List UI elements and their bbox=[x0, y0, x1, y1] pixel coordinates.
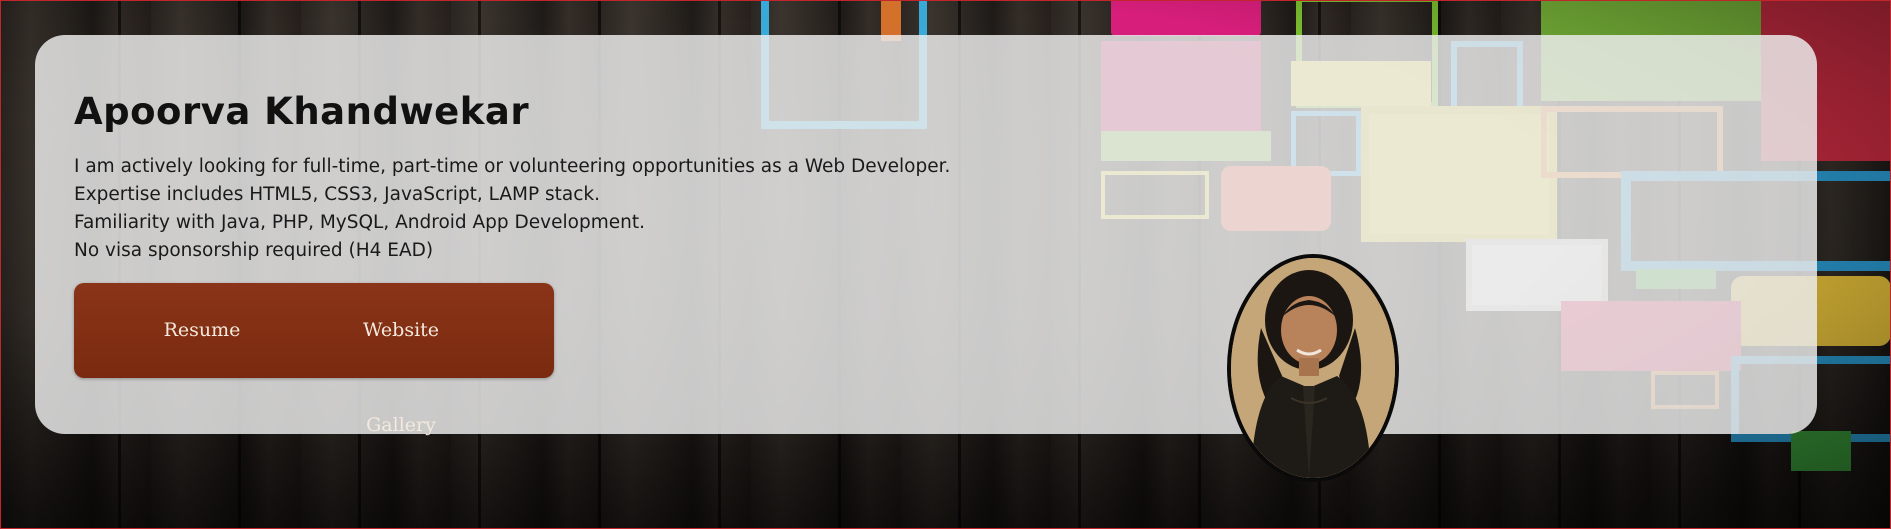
intro-line-visa: No visa sponsorship required (H4 EAD) bbox=[74, 240, 434, 261]
resume-link[interactable]: Resume bbox=[140, 283, 264, 378]
intro-line-familiarity: Familiarity with Java, PHP, MySQL, Andro… bbox=[74, 212, 645, 233]
page-title: Apoorva Khandwekar bbox=[74, 90, 530, 133]
intro-line-availability: I am actively looking for full-time, par… bbox=[74, 156, 951, 177]
profile-photo bbox=[1227, 254, 1399, 482]
nav-button-bar: Resume Website Gallery bbox=[74, 283, 554, 436]
page-background: Apoorva Khandwekar I am actively looking… bbox=[0, 0, 1891, 529]
intro-line-expertise: Expertise includes HTML5, CSS3, JavaScri… bbox=[74, 184, 601, 205]
website-gallery-link[interactable]: Website Gallery bbox=[326, 283, 476, 436]
profile-photo-portrait bbox=[1231, 258, 1395, 478]
intro-text: I am actively looking for full-time, par… bbox=[74, 153, 1074, 265]
